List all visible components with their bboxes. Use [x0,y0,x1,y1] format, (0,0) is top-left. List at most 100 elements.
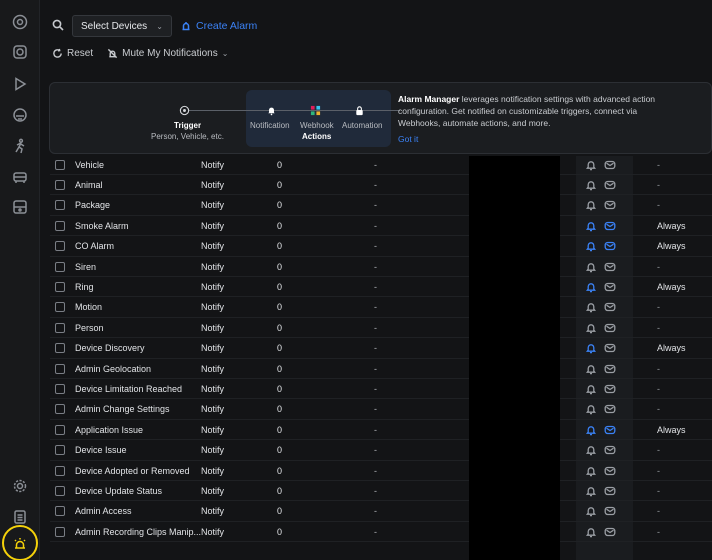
table-row[interactable]: Siren Notify 0 - - [50,257,712,277]
alarm-name: Package [75,200,111,211]
row-checkbox[interactable] [55,179,65,190]
face-icon[interactable] [8,103,32,127]
row-checkbox[interactable] [55,506,65,517]
mail-icon[interactable] [604,199,617,211]
bell-icon[interactable] [585,363,597,375]
table-row[interactable]: Admin Geolocation Notify 0 - - [50,359,712,379]
alarm-schedule: Always [657,343,686,354]
bell-icon[interactable] [585,424,597,436]
row-checkbox[interactable] [55,159,65,170]
row-checkbox[interactable] [55,281,65,292]
table-row[interactable]: Device Issue Notify 0 - - [50,441,712,461]
table-row[interactable]: Device Discovery Notify 0 - Always [50,339,712,359]
bell-icon[interactable] [585,261,597,273]
mail-icon[interactable] [604,465,617,477]
bell-icon[interactable] [585,159,597,171]
row-checkbox[interactable] [55,200,65,211]
row-checkbox[interactable] [55,404,65,415]
camera-icon[interactable] [8,40,32,64]
device-select-label: Select Devices [81,20,148,32]
table-row[interactable]: Smoke Alarm Notify 0 - Always [50,216,712,237]
bell-icon[interactable] [585,179,597,191]
table-row[interactable]: Admin Recording Clips Manip... Notify 0 - - [50,522,712,543]
row-checkbox[interactable] [55,363,65,374]
bell-icon[interactable] [585,526,597,538]
mail-icon[interactable] [604,424,617,436]
device-select[interactable]: Select Devices ⌄ [72,15,172,37]
mail-icon[interactable] [604,240,617,252]
info-banner: Trigger Person, Vehicle, etc. Notificati… [49,82,712,154]
mail-icon[interactable] [604,301,617,313]
row-checkbox[interactable] [55,343,65,354]
mute-notifications-button[interactable]: Mute My Notifications ⌄ [107,48,228,59]
bell-icon[interactable] [585,199,597,211]
row-checkbox[interactable] [55,526,65,537]
mail-icon[interactable] [604,179,617,191]
bell-icon[interactable] [585,240,597,252]
actions-label: Actions [302,132,332,141]
table-row[interactable]: Ring Notify 0 - Always [50,277,712,298]
table-row[interactable]: Device Update Status Notify 0 - - [50,481,712,502]
mail-icon[interactable] [604,261,617,273]
search-icon[interactable] [52,19,64,34]
create-alarm-button[interactable]: Create Alarm [180,20,257,32]
bell-icon[interactable] [585,403,597,415]
row-checkbox[interactable] [55,220,65,231]
alarm-action: Notify [201,506,225,517]
table-row[interactable]: Application Issue Notify 0 - Always [50,420,712,441]
table-row[interactable]: Admin Change Settings Notify 0 - - [50,400,712,420]
row-checkbox[interactable] [55,465,65,476]
gear-icon[interactable] [8,474,32,498]
mail-icon[interactable] [604,342,617,354]
bell-icon[interactable] [585,505,597,517]
bell-icon[interactable] [585,485,597,497]
mail-icon[interactable] [604,220,617,232]
mail-icon[interactable] [604,444,617,456]
mail-icon[interactable] [604,505,617,517]
mail-icon[interactable] [604,485,617,497]
table-row[interactable]: Vehicle Notify 0 - - [50,155,712,175]
row-checkbox[interactable] [55,383,65,394]
alarm-manager-icon[interactable] [8,532,32,556]
table-row[interactable]: Admin Access Notify 0 - - [50,502,712,522]
bell-icon[interactable] [585,281,597,293]
person-walking-icon[interactable] [8,134,32,158]
table-row[interactable]: Motion Notify 0 - - [50,298,712,318]
mail-icon[interactable] [604,526,617,538]
table-row[interactable]: Animal Notify 0 - - [50,175,712,196]
vehicle-icon[interactable] [8,165,32,189]
protect-logo-icon[interactable] [8,10,32,34]
row-checkbox[interactable] [55,485,65,496]
bell-icon[interactable] [585,220,597,232]
mail-icon[interactable] [604,159,617,171]
alarm-schedule: - [657,179,660,190]
bell-icon[interactable] [585,465,597,477]
alarm-name: Application Issue [75,424,144,435]
row-checkbox[interactable] [55,445,65,456]
bell-icon[interactable] [585,383,597,395]
door-access-icon[interactable] [8,195,32,219]
table-row[interactable]: Device Limitation Reached Notify 0 - - [50,379,712,400]
row-checkbox[interactable] [55,322,65,333]
got-it-link[interactable]: Got it [398,134,418,144]
row-checkbox[interactable] [55,424,65,435]
table-row[interactable]: Person Notify 0 - - [50,318,712,339]
bell-icon[interactable] [585,444,597,456]
row-checkbox[interactable] [55,241,65,252]
row-checkbox[interactable] [55,261,65,272]
table-row[interactable]: Package Notify 0 - - [50,196,712,216]
row-checkbox[interactable] [55,302,65,313]
table-row[interactable]: Device Adopted or Removed Notify 0 - - [50,461,712,481]
mail-icon[interactable] [604,322,617,334]
bell-icon[interactable] [585,301,597,313]
mail-icon[interactable] [604,363,617,375]
alarm-count: 0 [277,241,283,252]
bell-icon[interactable] [585,342,597,354]
mail-icon[interactable] [604,403,617,415]
play-icon[interactable] [8,72,32,96]
table-row[interactable]: CO Alarm Notify 0 - Always [50,237,712,257]
mail-icon[interactable] [604,383,617,395]
bell-icon[interactable] [585,322,597,334]
reset-button[interactable]: Reset [52,48,93,59]
mail-icon[interactable] [604,281,617,293]
